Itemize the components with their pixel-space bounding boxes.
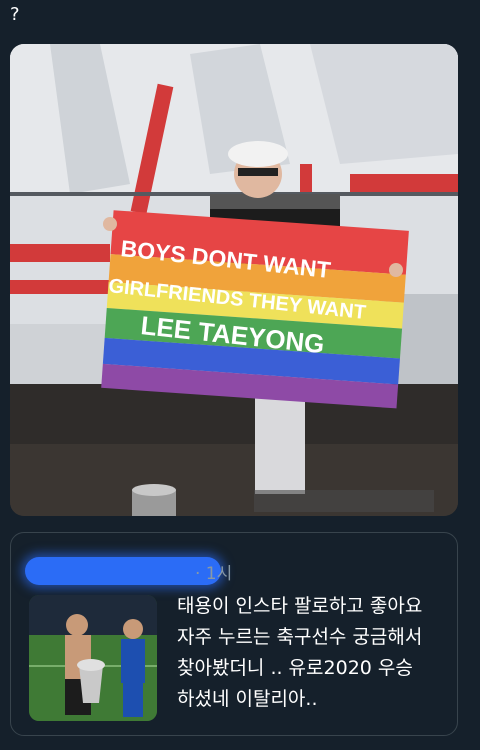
tweet-text: ? [10, 4, 20, 25]
bottom-bar [0, 742, 480, 750]
quote-line: 자주 누르는 축구선수 궁금해서 [177, 626, 423, 648]
quote-line: 태용이 인스타 팔로하고 좋아요 [177, 595, 423, 617]
quote-text: 태용이 인스타 팔로하고 좋아요 자주 누르는 축구선수 궁금해서 찾아봤더니 … [177, 591, 447, 715]
quote-line: 찾아봤더니 .. 유로2020 우승 [177, 657, 413, 679]
quote-timestamp: · 1시 [195, 564, 233, 584]
username-redaction [25, 557, 221, 585]
quote-thumbnail[interactable] [29, 595, 157, 721]
quoted-tweet-card[interactable]: · 1시 태용이 인스타 팔로하고 좋아요 자주 누르는 축구선수 궁금해서 찾… [10, 532, 458, 736]
quote-header: · 1시 [25, 551, 265, 587]
tweet-photo[interactable]: BOYS DONT WANT GIRLFRIENDS THEY WANT LEE… [10, 44, 458, 516]
quote-line: 하셨네 이탈리아.. [177, 688, 318, 710]
